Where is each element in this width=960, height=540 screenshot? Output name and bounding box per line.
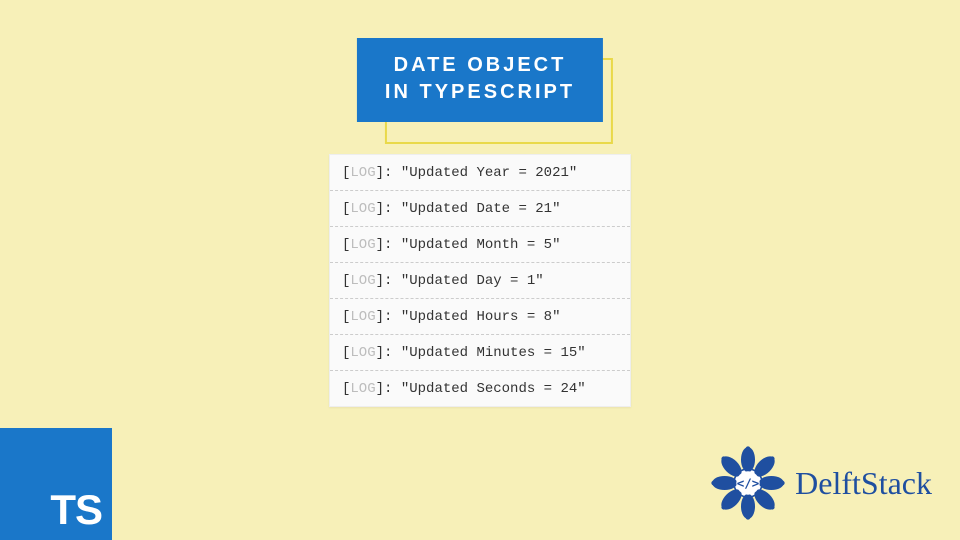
log-value: "Updated Year = 2021" (401, 165, 577, 181)
log-bracket: ] (376, 345, 384, 361)
console-log-panel: [LOG]: "Updated Year = 2021" [LOG]: "Upd… (329, 154, 631, 407)
title-line-2: IN TYPESCRIPT (385, 79, 575, 106)
typescript-badge-icon: TS (0, 428, 112, 540)
log-tag: LOG (350, 201, 375, 217)
brand-block: </> DelftStack (709, 444, 932, 522)
log-value: "Updated Seconds = 24" (401, 381, 586, 397)
typescript-badge-text: TS (50, 486, 102, 534)
log-value: "Updated Hours = 8" (401, 309, 561, 325)
log-tag: LOG (350, 345, 375, 361)
log-bracket: ] (376, 309, 384, 325)
log-bracket: ] (376, 237, 384, 253)
log-colon: : (384, 309, 401, 325)
log-value: "Updated Date = 21" (401, 201, 561, 217)
log-tag: LOG (350, 165, 375, 181)
log-row: [LOG]: "Updated Seconds = 24" (330, 371, 630, 406)
brand-mandala-icon: </> (709, 444, 787, 522)
log-row: [LOG]: "Updated Date = 21" (330, 191, 630, 227)
log-colon: : (384, 345, 401, 361)
log-bracket: ] (376, 273, 384, 289)
log-tag: LOG (350, 237, 375, 253)
log-value: "Updated Day = 1" (401, 273, 544, 289)
log-colon: : (384, 273, 401, 289)
title-block: DATE OBJECT IN TYPESCRIPT (357, 38, 603, 122)
log-row: [LOG]: "Updated Year = 2021" (330, 155, 630, 191)
title-line-1: DATE OBJECT (385, 52, 575, 79)
log-row: [LOG]: "Updated Minutes = 15" (330, 335, 630, 371)
log-value: "Updated Month = 5" (401, 237, 561, 253)
log-value: "Updated Minutes = 15" (401, 345, 586, 361)
log-tag: LOG (350, 381, 375, 397)
log-bracket: ] (376, 165, 384, 181)
log-row: [LOG]: "Updated Month = 5" (330, 227, 630, 263)
log-bracket: ] (376, 381, 384, 397)
log-tag: LOG (350, 273, 375, 289)
log-colon: : (384, 237, 401, 253)
svg-text:</>: </> (737, 476, 760, 491)
log-row: [LOG]: "Updated Day = 1" (330, 263, 630, 299)
brand-name: DelftStack (795, 465, 932, 502)
log-tag: LOG (350, 309, 375, 325)
log-row: [LOG]: "Updated Hours = 8" (330, 299, 630, 335)
log-colon: : (384, 381, 401, 397)
title-box: DATE OBJECT IN TYPESCRIPT (357, 38, 603, 122)
log-colon: : (384, 201, 401, 217)
log-bracket: ] (376, 201, 384, 217)
log-colon: : (384, 165, 401, 181)
